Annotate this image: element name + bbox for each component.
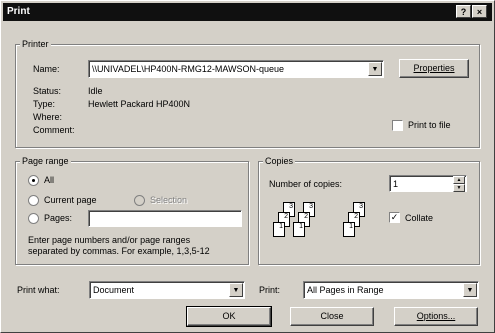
ok-button[interactable]: OK	[186, 306, 272, 327]
number-of-copies-label: Number of copies:	[269, 179, 343, 189]
options-button[interactable]: Options...	[394, 307, 478, 326]
close-button[interactable]: Close	[290, 307, 374, 326]
page-range-hint-line1: Enter page numbers and/or page ranges	[28, 235, 191, 245]
help-icon[interactable]: ?	[456, 5, 471, 18]
copies-group: Copies Number of copies: 1 ▲ ▼ 3 2 1 3 2…	[258, 156, 480, 265]
dialog-title: Print	[7, 6, 30, 17]
pages-radio[interactable]	[28, 213, 39, 224]
all-pages-radio[interactable]	[28, 175, 39, 186]
comment-label: Comment:	[33, 125, 75, 135]
printer-group-title: Printer	[20, 39, 51, 50]
properties-button[interactable]: Properties	[399, 59, 469, 78]
where-label: Where:	[33, 112, 63, 122]
copies-group-title: Copies	[263, 156, 296, 167]
spin-down-icon[interactable]: ▼	[453, 184, 465, 192]
print-label: Print:	[259, 285, 281, 295]
print-to-file-label: Print to file	[408, 120, 451, 130]
close-icon[interactable]: ×	[472, 5, 487, 18]
page-range-group: Page range All Current page Selection Pa…	[15, 156, 249, 265]
page-range-group-title: Page range	[20, 156, 71, 167]
name-label: Name:	[33, 64, 60, 74]
status-label: Status:	[33, 86, 62, 96]
print-select[interactable]: All Pages in Range ▼	[303, 281, 479, 299]
page-range-hint-line2: separated by commas. For example, 1,3,5-…	[28, 246, 210, 256]
printer-name-select[interactable]: \\UNIVADEL\HP400N-RMG12-MAWSON-queue ▼	[88, 60, 384, 78]
chevron-down-icon[interactable]: ▼	[463, 283, 477, 297]
chevron-down-icon[interactable]: ▼	[368, 62, 382, 76]
all-pages-label: All	[44, 175, 55, 185]
collate-pages-icon: 3 2 1 3 2 1 3 2 1	[273, 202, 383, 260]
pages-input[interactable]	[88, 210, 242, 227]
print-what-label: Print what:	[17, 285, 60, 295]
print-what-value: Document	[93, 285, 135, 295]
status-value: Idle	[88, 86, 103, 96]
copies-spinner[interactable]: ▲ ▼	[453, 176, 465, 192]
collate-label: Collate	[405, 213, 434, 223]
print-dialog: Print ? × Printer Name: \\UNIVADEL\HP400…	[0, 0, 495, 333]
selection-radio	[134, 195, 145, 206]
current-page-radio[interactable]	[28, 195, 39, 206]
printer-name-value: \\UNIVADEL\HP400N-RMG12-MAWSON-queue	[92, 64, 285, 74]
collate-checkbox[interactable]: ✓	[389, 212, 400, 223]
print-value: All Pages in Range	[307, 285, 384, 295]
selection-label: Selection	[150, 195, 188, 205]
title-bar: Print ? ×	[3, 3, 492, 21]
chevron-down-icon[interactable]: ▼	[229, 283, 243, 297]
pages-label: Pages:	[44, 213, 73, 223]
print-what-select[interactable]: Document ▼	[89, 281, 245, 299]
type-label: Type:	[33, 99, 56, 109]
current-page-label: Current page	[44, 195, 97, 205]
printer-group: Printer Name: \\UNIVADEL\HP400N-RMG12-MA…	[15, 39, 480, 148]
print-to-file-checkbox[interactable]	[392, 120, 403, 131]
spin-up-icon[interactable]: ▲	[453, 176, 465, 184]
type-value: Hewlett Packard HP400N	[88, 99, 191, 109]
